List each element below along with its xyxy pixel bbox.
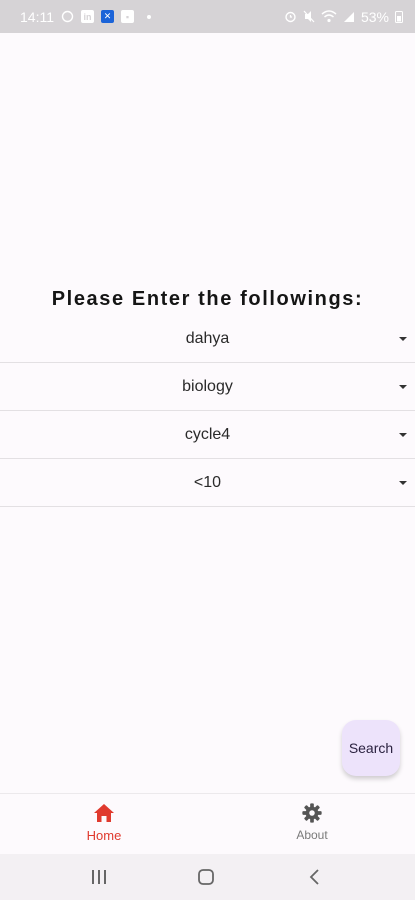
dropdown-arrow-icon: [399, 480, 407, 485]
system-nav-bar: [0, 854, 415, 900]
dot-icon: [147, 14, 151, 19]
dropdown-range[interactable]: <10: [0, 459, 415, 507]
battery-level: 53%: [360, 8, 389, 25]
nav-item-about[interactable]: About: [262, 794, 362, 855]
status-bar: 14:11 in ✕ ▪ 53%: [0, 0, 415, 33]
nav-label-about: About: [296, 828, 328, 842]
dropdown-arrow-icon: [399, 384, 407, 389]
recent-apps-icon[interactable]: [90, 868, 108, 886]
dropdown-value: <10: [193, 473, 222, 491]
nav-label-home: Home: [86, 828, 122, 843]
x-app-icon: ✕: [101, 10, 114, 23]
dropdown-area[interactable]: dahya: [0, 315, 415, 363]
dropdown-cycle[interactable]: cycle4: [0, 411, 415, 459]
dropdown-value: dahya: [185, 329, 230, 347]
form-title: Please Enter the followings:: [51, 288, 364, 310]
home-button-icon[interactable]: [197, 868, 215, 886]
dropdown-value: biology: [182, 377, 233, 395]
dropdown-arrow-icon: [399, 336, 407, 341]
home-icon: [93, 802, 115, 824]
wifi-icon: [321, 10, 337, 23]
status-time: 14:11: [20, 8, 54, 25]
dropdown-arrow-icon: [399, 432, 407, 437]
status-left: 14:11 in ✕ ▪: [20, 9, 151, 25]
linkedin-icon: in: [81, 10, 94, 23]
search-button[interactable]: Search: [342, 720, 400, 776]
bottom-nav: Home About: [0, 793, 415, 854]
whatsapp-icon: [61, 10, 74, 23]
app-icon: ▪: [121, 10, 134, 23]
alarm-icon: [284, 10, 297, 23]
gear-icon: [301, 802, 323, 824]
battery-icon: [395, 10, 403, 23]
nav-item-home[interactable]: Home: [54, 794, 154, 855]
dropdown-subject[interactable]: biology: [0, 363, 415, 411]
search-button-label: Search: [348, 740, 394, 756]
signal-icon: [343, 11, 355, 23]
status-right: 53%: [284, 9, 403, 25]
mute-icon: [303, 10, 315, 23]
dropdown-value: cycle4: [184, 425, 231, 443]
back-icon[interactable]: [307, 868, 323, 886]
